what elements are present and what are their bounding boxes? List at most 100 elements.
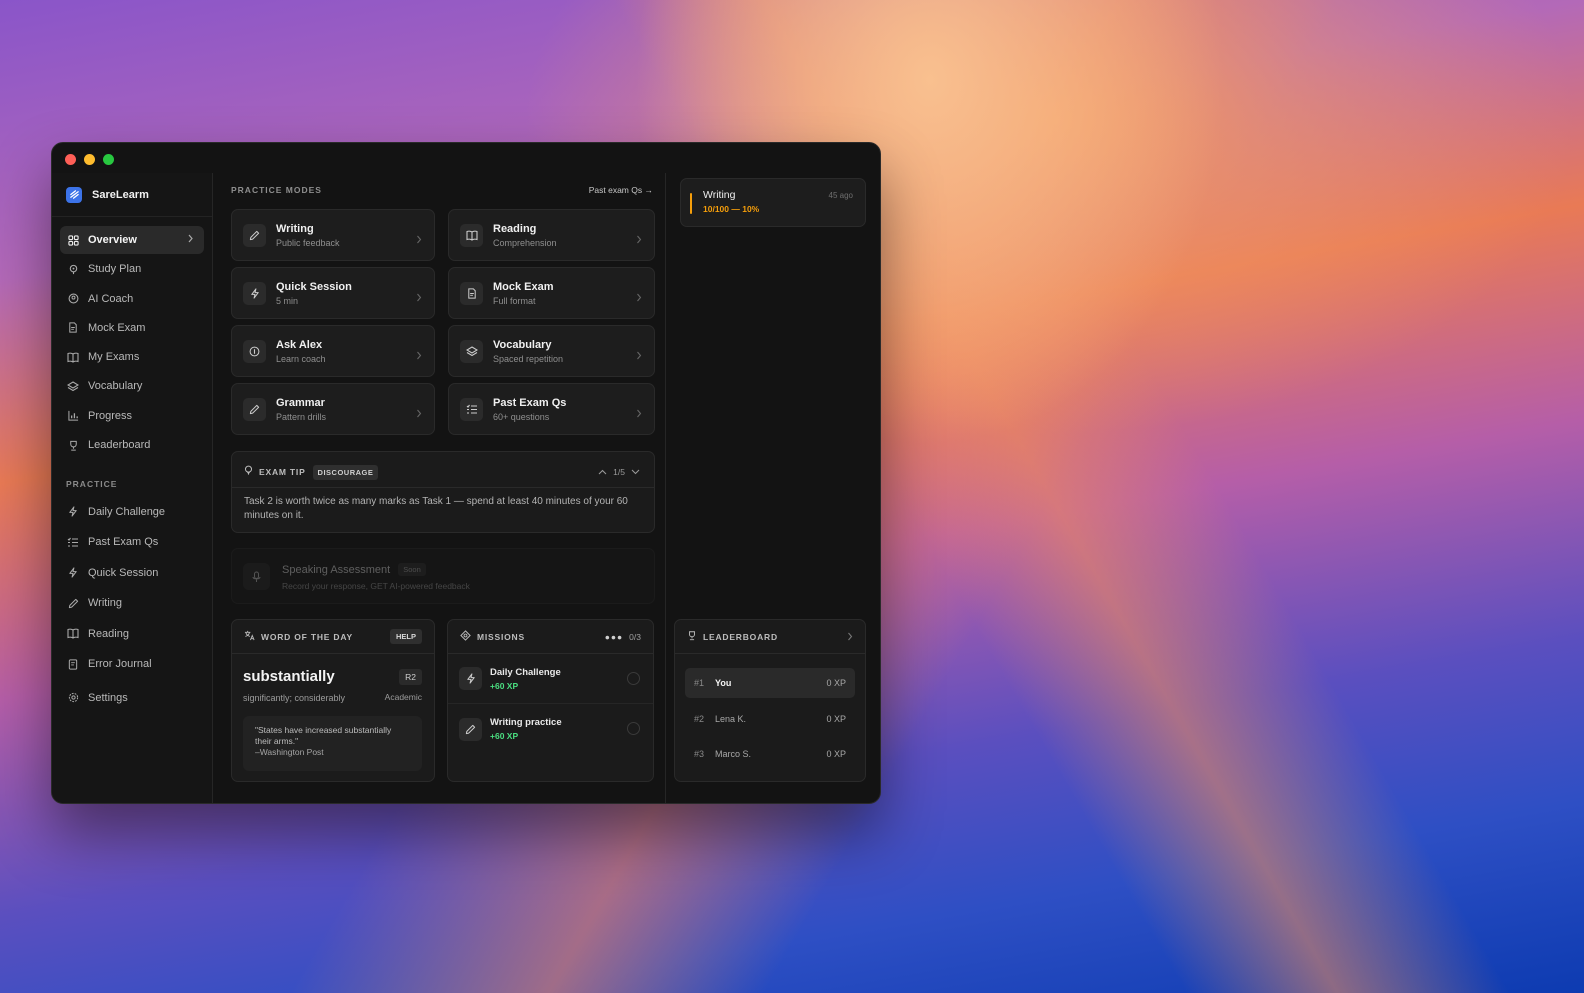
leaderboard-row[interactable]: #1 You 0 XP xyxy=(685,668,855,698)
past-exam-link[interactable]: Past exam Qs → xyxy=(589,185,653,195)
card-title: Mock Exam xyxy=(493,280,554,293)
sidebar-item-quick-session[interactable]: Quick Session xyxy=(60,558,204,588)
mode-card-past-exam-qs[interactable]: Past Exam Qs 60+ questions xyxy=(448,383,655,435)
player-xp: 0 XP xyxy=(826,678,846,688)
missions-count: 0/3 xyxy=(629,631,641,642)
practice-nav: Daily Challenge Past Exam Qs Quick Sessi… xyxy=(52,497,212,713)
word-example-quote: "States have increased substantially the… xyxy=(243,716,422,771)
grid-icon xyxy=(67,234,79,246)
sidebar-item-mock-exam[interactable]: Mock Exam xyxy=(60,314,204,342)
map-pin-icon xyxy=(67,263,79,275)
sidebar-item-vocabulary[interactable]: Vocabulary xyxy=(60,372,204,400)
document-icon xyxy=(460,281,483,305)
list-icon xyxy=(460,397,483,421)
sidebar-item-writing[interactable]: Writing xyxy=(60,589,204,619)
mission-checkbox[interactable] xyxy=(627,672,640,685)
brand[interactable]: SareLearm xyxy=(52,173,212,217)
past-exam-link-label: Past exam Qs xyxy=(588,185,643,195)
right-column: Writing 10/100 — 10% 45 ago LEADERBOARD … xyxy=(667,173,880,803)
sidebar-item-label: Overview xyxy=(88,234,137,246)
mode-card-mock-exam[interactable]: Mock Exam Full format xyxy=(448,267,655,319)
leaderboard-header[interactable]: LEADERBOARD xyxy=(675,620,865,654)
exam-tip-badge: DISCOURAGE xyxy=(312,464,379,480)
exam-tip-pager: 1/5 xyxy=(598,467,640,477)
speaking-title: Speaking Assessment xyxy=(282,563,391,576)
mission-item[interactable]: Daily Challenge +60 XP xyxy=(448,654,653,704)
pencil-icon xyxy=(243,397,266,421)
bolt-icon xyxy=(459,667,482,690)
mode-card-reading[interactable]: Reading Comprehension xyxy=(448,209,655,261)
layers-icon xyxy=(460,339,483,363)
mission-checkbox[interactable] xyxy=(627,722,640,735)
sidebar-item-leaderboard[interactable]: Leaderboard xyxy=(60,431,204,459)
player-xp: 0 XP xyxy=(826,714,846,724)
sidebar-item-label: My Exams xyxy=(88,351,140,364)
progress-accent-bar xyxy=(690,193,692,214)
app-name: SareLearm xyxy=(92,188,149,201)
coach-icon xyxy=(67,293,79,305)
sidebar-item-past-exam-qs[interactable]: Past Exam Qs xyxy=(60,528,204,558)
chevron-up-icon[interactable] xyxy=(598,467,607,477)
sidebar-item-error-journal[interactable]: Error Journal xyxy=(60,650,204,680)
mode-card-writing[interactable]: Writing Public feedback xyxy=(231,209,435,261)
sidebar-item-settings[interactable]: Settings xyxy=(60,683,204,713)
card-subtitle: 5 min xyxy=(276,295,299,306)
book-icon xyxy=(67,351,79,363)
sidebar-item-overview[interactable]: Overview xyxy=(60,226,204,254)
bolt-icon xyxy=(243,281,266,305)
pen-icon xyxy=(243,223,266,247)
list-icon xyxy=(67,536,79,548)
sidebar-item-my-exams[interactable]: My Exams xyxy=(60,343,204,371)
sidebar-item-daily-challenge[interactable]: Daily Challenge xyxy=(60,497,204,527)
chevron-right-icon xyxy=(416,347,422,365)
rank: #3 xyxy=(694,749,705,759)
bolt-icon xyxy=(67,567,79,579)
card-subtitle: Comprehension xyxy=(493,237,557,248)
mode-card-vocabulary[interactable]: Vocabulary Spaced repetition xyxy=(448,325,655,377)
sidebar-item-progress[interactable]: Progress xyxy=(60,402,204,430)
layers-icon xyxy=(67,380,79,392)
mode-card-grammar[interactable]: Grammar Pattern drills xyxy=(231,383,435,435)
mission-title: Daily Challenge xyxy=(490,666,561,678)
word: substantially xyxy=(243,668,335,685)
sidebar-item-label: Study Plan xyxy=(88,263,142,276)
card-title: Ask Alex xyxy=(276,338,323,351)
card-title: Writing xyxy=(276,222,314,235)
speaking-assessment-card: Speaking Assessment Soon Record your resp… xyxy=(231,548,655,604)
missions-card: MISSIONS ●●● 0/3 Daily Challenge +60 XP W… xyxy=(447,619,654,782)
mode-card-ask-alex[interactable]: Ask Alex Learn coach xyxy=(231,325,435,377)
zoom-window-button[interactable] xyxy=(103,154,114,165)
chevron-right-icon xyxy=(187,234,194,246)
leaderboard-card: LEADERBOARD #1 You 0 XP #2 Lena K. 0 XP … xyxy=(674,619,866,782)
recent-activity-card[interactable]: Writing 10/100 — 10% 45 ago xyxy=(680,178,866,227)
sidebar-item-label: Past Exam Qs xyxy=(88,536,159,549)
leaderboard-label: LEADERBOARD xyxy=(703,631,778,642)
sidebar-item-ai-coach[interactable]: AI Coach xyxy=(60,285,204,313)
sidebar-item-reading[interactable]: Reading xyxy=(60,619,204,649)
book-open-icon xyxy=(67,628,79,640)
mission-item[interactable]: Writing practice +60 XP xyxy=(448,704,653,754)
help-button[interactable]: HELP xyxy=(389,629,422,644)
lightbulb-icon xyxy=(244,463,253,481)
card-title: Reading xyxy=(493,222,537,235)
bar-chart-icon xyxy=(67,410,79,422)
sidebar-item-label: Writing xyxy=(88,597,123,610)
minimize-window-button[interactable] xyxy=(84,154,95,165)
card-title: Quick Session xyxy=(276,280,352,293)
sidebar-item-label: Settings xyxy=(88,691,128,704)
speaking-subtitle: Record your response, GET AI-powered fee… xyxy=(282,581,470,591)
chevron-right-icon xyxy=(416,289,422,307)
missions-progress: ●●● 0/3 xyxy=(605,632,641,642)
sidebar-item-study-plan[interactable]: Study Plan xyxy=(60,255,204,283)
sidebar-item-label: Mock Exam xyxy=(88,321,146,334)
trophy-icon xyxy=(67,439,79,451)
close-window-button[interactable] xyxy=(65,154,76,165)
rank: #2 xyxy=(694,714,705,724)
mode-card-quick-session[interactable]: Quick Session 5 min xyxy=(231,267,435,319)
word-of-the-day-card: WORD OF THE DAY HELP substantially R2 si… xyxy=(231,619,435,782)
leaderboard-row[interactable]: #2 Lena K. 0 XP xyxy=(685,704,855,734)
chevron-right-icon xyxy=(416,231,422,249)
player-name: Marco S. xyxy=(715,749,752,759)
leaderboard-row[interactable]: #3 Marco S. 0 XP xyxy=(685,739,855,769)
chevron-down-icon[interactable] xyxy=(631,467,640,477)
